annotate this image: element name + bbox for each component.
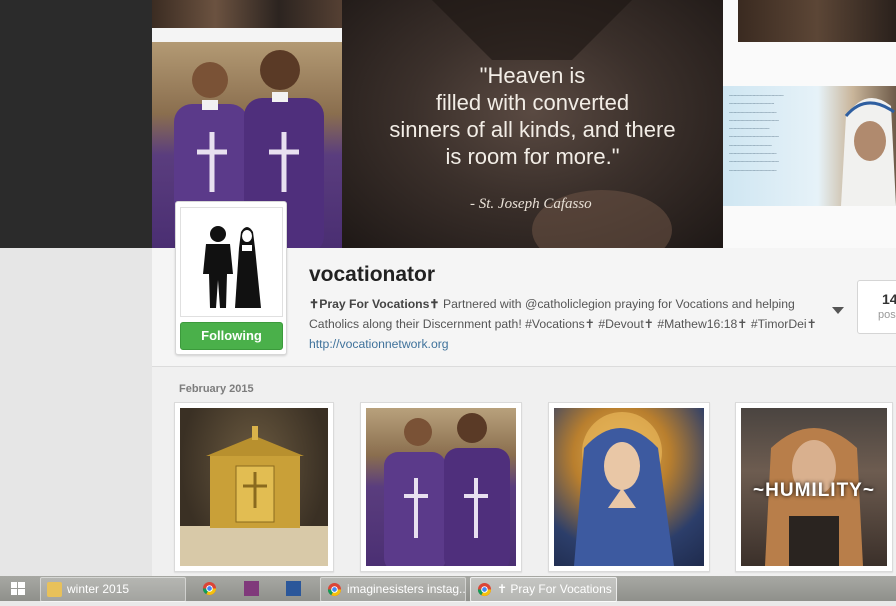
humility-photo: ~HUMILITY~	[741, 408, 887, 566]
chevron-down-icon[interactable]	[832, 302, 844, 314]
teresa-quote-text: ~~~~~~~~~~~~~~~~~~~~~~~ ~~~~~~~~~~~~~~~~~…	[729, 93, 784, 173]
quote-text: "Heaven is filled with converted sinners…	[342, 62, 723, 170]
feed-thumbnail[interactable]	[360, 402, 522, 572]
onenote-icon	[244, 581, 259, 596]
windows-start-icon[interactable]	[0, 576, 36, 601]
mosaic-gap	[152, 28, 342, 42]
taskbar-pin-chrome[interactable]	[190, 577, 230, 600]
mosaic-tile-crowd	[738, 0, 896, 42]
taskbar-item-label: ✝ Pray For Vocations ...	[497, 582, 617, 596]
header-photo-mosaic: "Heaven is filled with converted sinners…	[0, 0, 896, 248]
left-gutter	[0, 248, 152, 576]
taskbar-pin-onenote[interactable]	[232, 577, 272, 600]
taskbar-item-label: imaginesisters instag...	[347, 582, 466, 596]
priests-photo	[366, 408, 516, 566]
madonna-painting	[554, 408, 704, 566]
posts-label: pos	[878, 309, 896, 321]
bio-title: ✝Pray For Vocations✝	[309, 297, 440, 311]
quote-line: "Heaven is	[479, 63, 586, 88]
posts-count-box[interactable]: 14 pos	[857, 280, 896, 334]
profile-bio: ✝Pray For Vocations✝ Partnered with @cat…	[309, 294, 829, 354]
taskbar-item-folder[interactable]: winter 2015	[40, 577, 186, 602]
mosaic-tile-teresa: ~~~~~~~~~~~~~~~~~~~~~~~ ~~~~~~~~~~~~~~~~~…	[723, 86, 896, 206]
chrome-icon	[202, 581, 217, 596]
word-icon	[286, 581, 301, 596]
taskbar-pin-word[interactable]	[274, 577, 314, 600]
feed-thumbnail[interactable]: ~HUMILITY~	[735, 402, 893, 572]
vocation-silhouette-icon	[203, 226, 261, 308]
madonna-illustration	[574, 412, 674, 566]
chrome-icon	[327, 582, 342, 597]
priests-thumbnail-illustration	[384, 413, 510, 566]
teresa-portrait	[841, 98, 896, 206]
taskbar-item-label: winter 2015	[67, 582, 130, 596]
mosaic-gap	[723, 42, 896, 86]
quote-line: filled with converted	[435, 90, 630, 115]
quote-line: sinners of all kinds, and there	[389, 117, 676, 142]
quote-image: "Heaven is filled with converted sinners…	[342, 0, 723, 248]
quote-line: is room for more."	[445, 144, 620, 169]
bio-link[interactable]: http://vocationnetwork.org	[309, 337, 449, 351]
feed-thumbnail[interactable]	[548, 402, 710, 572]
folder-icon	[47, 582, 62, 597]
mosaic-tile-group-photo	[152, 0, 342, 28]
profile-username: vocationator	[309, 263, 436, 286]
posts-count: 14	[882, 291, 896, 307]
mosaic-gap	[723, 0, 738, 42]
chrome-icon	[477, 582, 492, 597]
mosaic-tile-dark	[0, 0, 152, 248]
tabernacle-illustration	[180, 426, 328, 566]
avatar[interactable]	[180, 207, 283, 317]
quote-signature: - St. Joseph Cafasso	[470, 196, 592, 212]
month-label: February 2015	[179, 383, 254, 395]
taskbar-item-chrome-active[interactable]: ✝ Pray For Vocations ...	[470, 577, 617, 602]
following-button[interactable]: Following	[180, 322, 283, 350]
mosaic-gap	[723, 206, 896, 248]
taskbar-item-chrome-window[interactable]: imaginesisters instag...	[320, 577, 466, 602]
humility-caption: ~HUMILITY~	[753, 480, 875, 501]
feed-thumbnail[interactable]	[174, 402, 334, 572]
tabernacle-photo	[180, 408, 328, 566]
